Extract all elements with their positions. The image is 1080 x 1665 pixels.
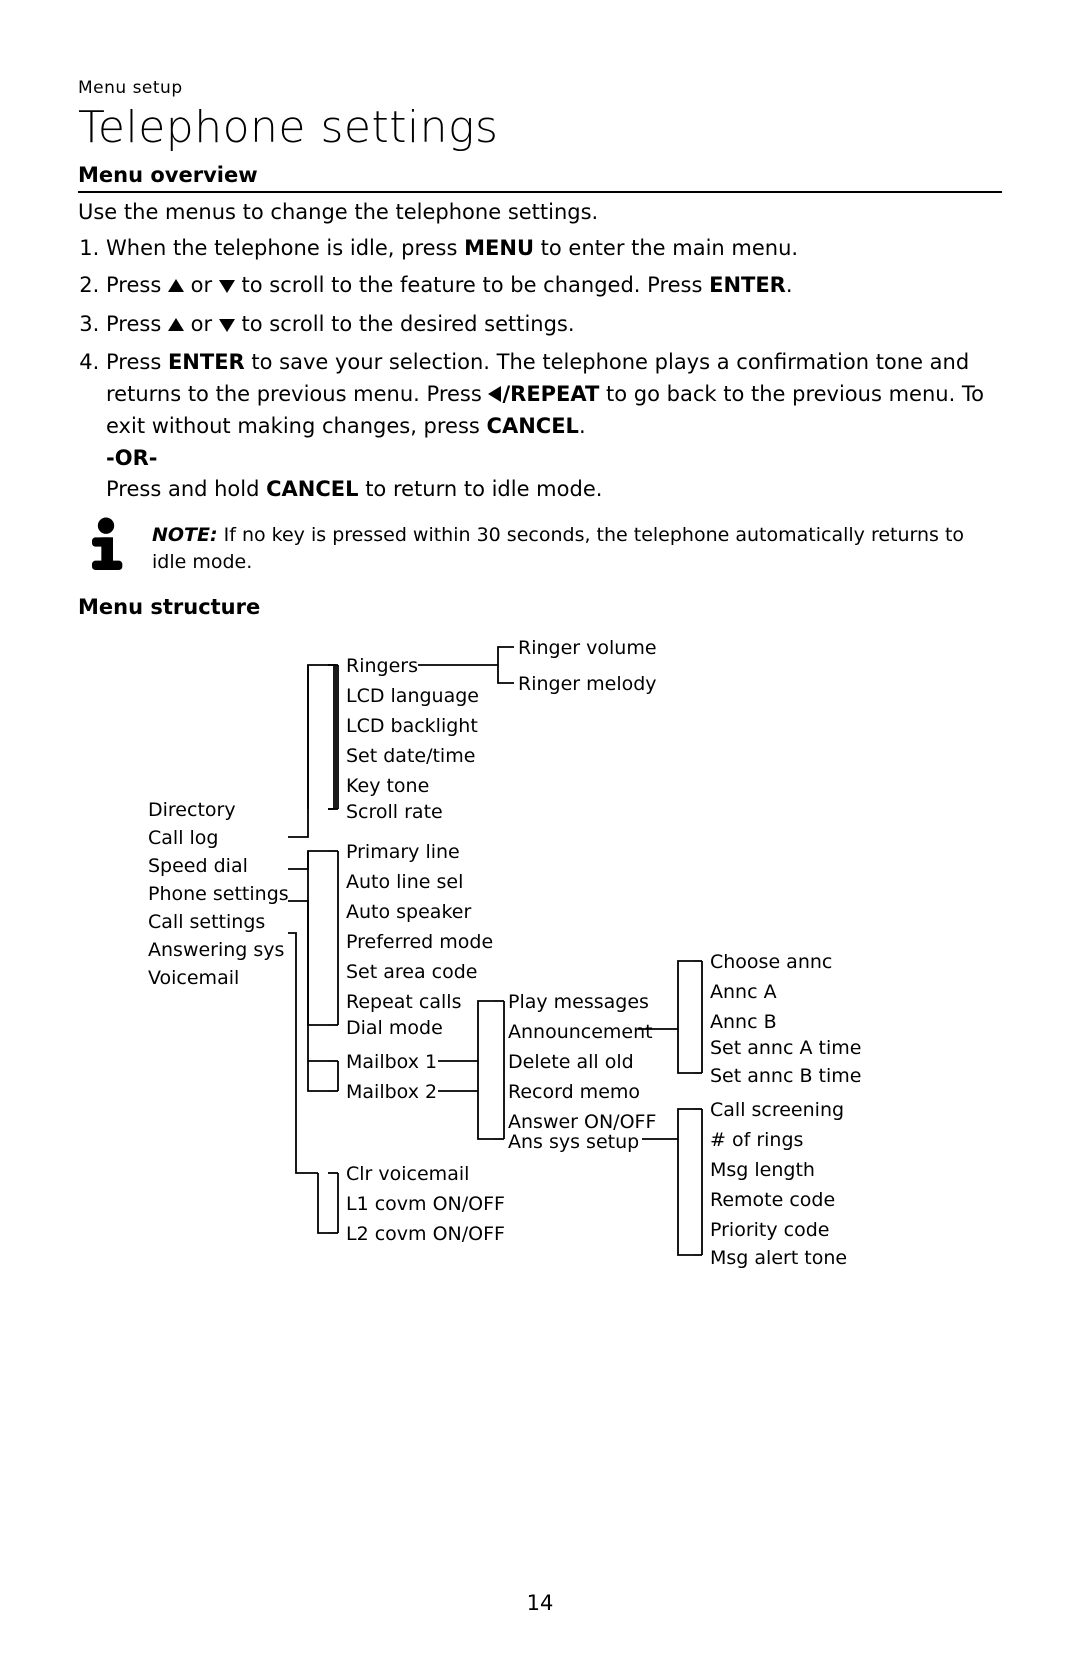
tree-item: Msg length bbox=[710, 1159, 815, 1181]
heading-overview: Menu overview bbox=[78, 163, 1002, 193]
step-1: When the telephone is idle, press MENU t… bbox=[106, 233, 1002, 265]
tree-item: Answer ON/OFF bbox=[508, 1111, 656, 1133]
tree-item: Auto line sel bbox=[346, 871, 463, 893]
tree-item: LCD backlight bbox=[346, 715, 478, 737]
tree-item: Call screening bbox=[710, 1099, 844, 1121]
note-block: NOTE: If no key is pressed within 30 sec… bbox=[78, 522, 1002, 577]
tree-item: LCD language bbox=[346, 685, 479, 707]
tree-item: Call log bbox=[148, 827, 218, 849]
tree-item: Clr voicemail bbox=[346, 1163, 469, 1185]
tree-item: Call settings bbox=[148, 911, 265, 933]
tree-item: Set annc A time bbox=[710, 1037, 861, 1059]
tree-item: Delete all old bbox=[508, 1051, 634, 1073]
tree-item: L2 covm ON/OFF bbox=[346, 1223, 505, 1245]
tree-item: Set date/time bbox=[346, 745, 475, 767]
tree-item: Play messages bbox=[508, 991, 649, 1013]
tree-item: Set area code bbox=[346, 961, 477, 983]
tree-item: Key tone bbox=[346, 775, 429, 797]
tree-item: Speed dial bbox=[148, 855, 248, 877]
step-2: Press or to scroll to the feature to be … bbox=[106, 270, 1002, 303]
tree-item: Primary line bbox=[346, 841, 460, 863]
tree-item: Preferred mode bbox=[346, 931, 493, 953]
tree-item: Phone settings bbox=[148, 883, 298, 905]
page-title: Telephone settings bbox=[78, 102, 1002, 153]
menu-tree-diagram: Directory Call log Speed dial Phone sett… bbox=[78, 629, 1002, 1289]
intro-text: Use the menus to change the telephone se… bbox=[78, 197, 1002, 229]
tree-item: Mailbox 2 bbox=[346, 1081, 437, 1103]
tree-item: Remote code bbox=[710, 1189, 835, 1211]
tree-item: Annc B bbox=[710, 1011, 777, 1033]
or-label: -OR- bbox=[106, 446, 157, 470]
down-arrow-icon bbox=[219, 310, 235, 342]
tree-item: Ringer volume bbox=[518, 637, 657, 659]
up-arrow-icon bbox=[168, 271, 184, 303]
tree-item: Ringer melody bbox=[518, 673, 657, 695]
heading-structure: Menu structure bbox=[78, 595, 1002, 619]
tree-item: Dial mode bbox=[346, 1017, 443, 1039]
tree-item: Set annc B time bbox=[710, 1065, 861, 1087]
manual-page: Menu setup Telephone settings Menu overv… bbox=[0, 0, 1080, 1665]
left-arrow-icon bbox=[488, 380, 502, 412]
tree-item: Auto speaker bbox=[346, 901, 471, 923]
step-4: Press ENTER to save your selection. The … bbox=[106, 347, 1002, 506]
up-arrow-icon bbox=[168, 310, 184, 342]
page-number: 14 bbox=[0, 1591, 1080, 1615]
tree-item: Repeat calls bbox=[346, 991, 461, 1013]
step-3: Press or to scroll to the desired settin… bbox=[106, 309, 1002, 342]
tree-item: Directory bbox=[148, 799, 236, 821]
tree-item: Scroll rate bbox=[346, 801, 443, 823]
tree-item: Announcement bbox=[508, 1021, 653, 1043]
tree-item: Choose annc bbox=[710, 951, 832, 973]
tree-item: Record memo bbox=[508, 1081, 640, 1103]
tree-item: Priority code bbox=[710, 1219, 829, 1241]
tree-item: L1 covm ON/OFF bbox=[346, 1193, 505, 1215]
info-icon bbox=[78, 514, 134, 570]
tree-item: Annc A bbox=[710, 981, 777, 1003]
tree-item: Ans sys setup bbox=[508, 1131, 639, 1153]
overview-body: Use the menus to change the telephone se… bbox=[78, 197, 1002, 506]
section-label: Menu setup bbox=[78, 78, 1002, 98]
note-text: NOTE: If no key is pressed within 30 sec… bbox=[152, 522, 1002, 577]
tree-item: Answering sys bbox=[148, 939, 284, 961]
tree-item: # of rings bbox=[710, 1129, 803, 1151]
tree-item: Voicemail bbox=[148, 967, 239, 989]
tree-item: Msg alert tone bbox=[710, 1247, 847, 1269]
tree-item: Mailbox 1 bbox=[346, 1051, 437, 1073]
down-arrow-icon bbox=[219, 271, 235, 303]
tree-item: Ringers bbox=[346, 655, 418, 677]
